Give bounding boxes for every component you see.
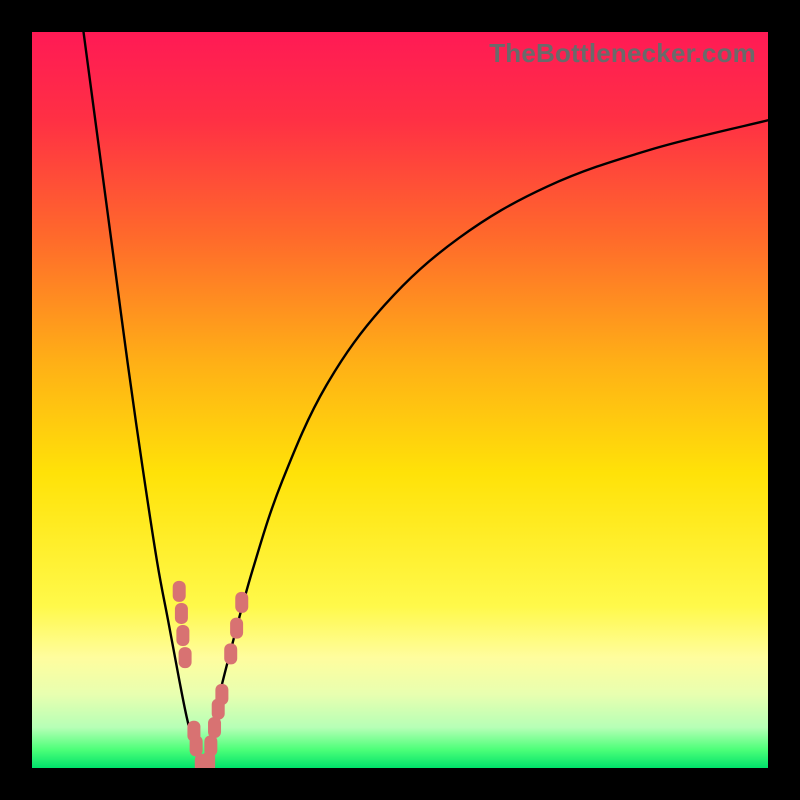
marker-dot (190, 735, 203, 756)
watermark-text: TheBottlenecker.com (489, 38, 756, 69)
curve-layer (32, 32, 768, 768)
chart-frame: TheBottlenecker.com (0, 0, 800, 800)
marker-dot (175, 603, 188, 624)
marker-dot (204, 735, 217, 756)
plot-area: TheBottlenecker.com (32, 32, 768, 768)
marker-dot (176, 625, 189, 646)
curve-right-branch (201, 120, 768, 768)
marker-dot (230, 618, 243, 639)
marker-dot (215, 684, 228, 705)
marker-dot (173, 581, 186, 602)
marker-cluster (173, 581, 249, 768)
marker-dot (224, 643, 237, 664)
marker-dot (208, 717, 221, 738)
marker-dot (235, 592, 248, 613)
marker-dot (179, 647, 192, 668)
